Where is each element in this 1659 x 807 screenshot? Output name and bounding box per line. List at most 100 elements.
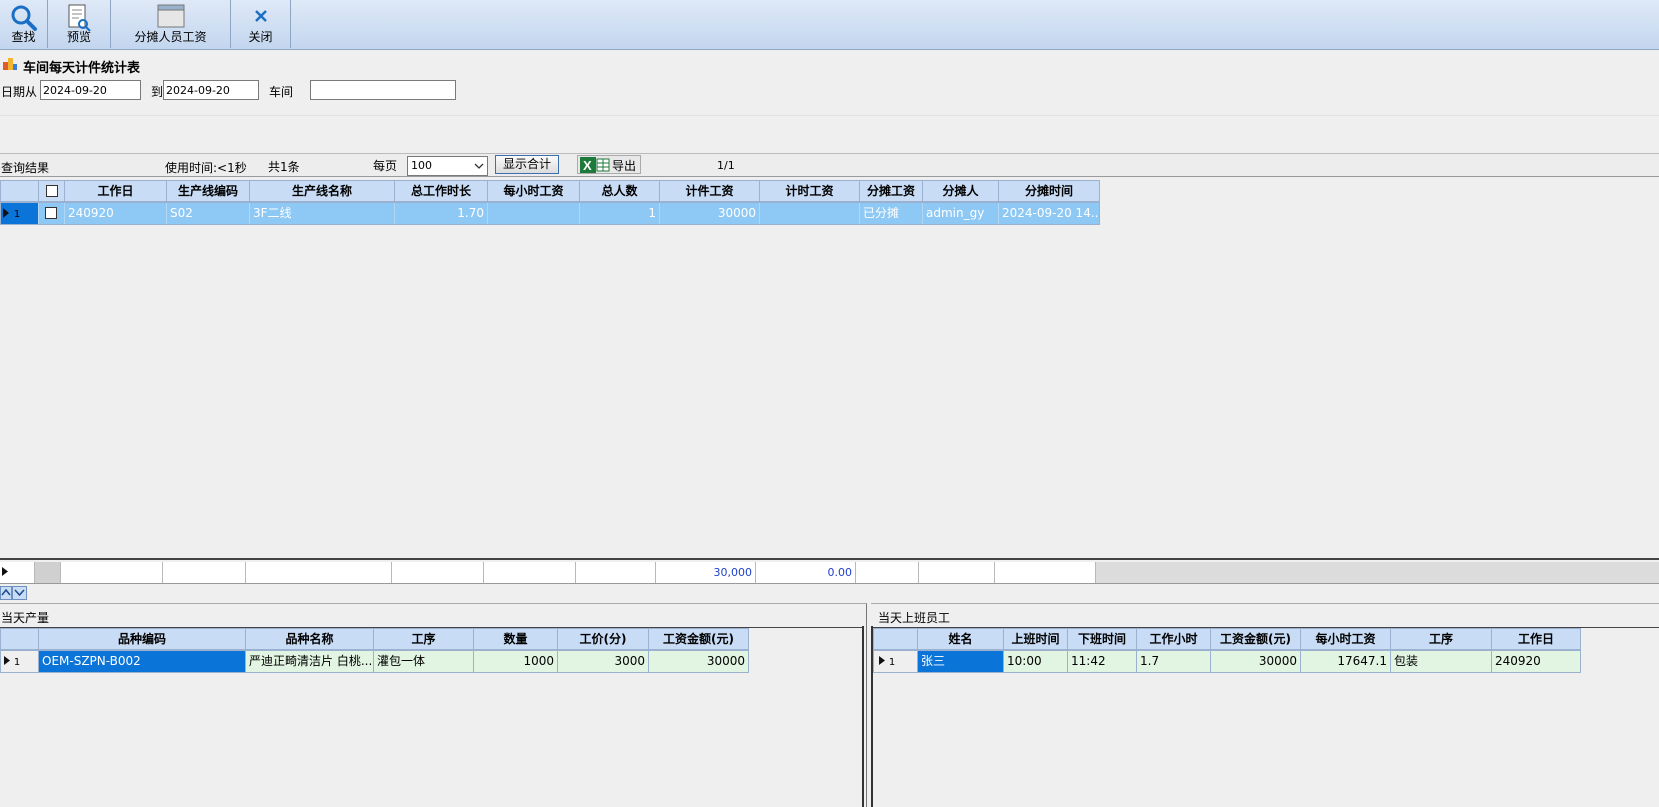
cell-allocated[interactable]: 已分摊 — [860, 203, 923, 224]
row-index: 1 — [1, 203, 39, 224]
col-price[interactable]: 工价(分) — [558, 629, 649, 649]
cell-start-time[interactable]: 10:00 — [1004, 651, 1068, 672]
table-row[interactable]: 1 OEM-SZPN-B002 严迪正畸清洁片 白桃... 灌包一体 1000 … — [0, 650, 749, 673]
col-start-time[interactable]: 上班时间 — [1004, 629, 1068, 649]
preview-button[interactable]: 预览 — [48, 0, 111, 48]
per-page-label: 每页 — [373, 159, 398, 173]
output-panel-title: 当天产量 — [1, 611, 50, 625]
cell-name[interactable]: 张三 — [918, 651, 1004, 672]
col-time-wage[interactable]: 计时工资 — [760, 181, 860, 201]
window-icon — [157, 4, 184, 28]
col-people[interactable]: 总人数 — [580, 181, 660, 201]
allocate-wage-button[interactable]: 分摊人员工资 — [111, 0, 231, 48]
per-page-value: 100 — [411, 159, 432, 172]
col-amount[interactable]: 工资金额(元) — [649, 629, 748, 649]
cell-line-name[interactable]: 3F二线 — [250, 203, 395, 224]
page-indicator: 1/1 — [717, 159, 735, 172]
cell-hourly-wage[interactable] — [488, 203, 580, 224]
collapse-up-button[interactable] — [0, 586, 12, 600]
row-index: 1 — [874, 651, 918, 672]
col-staff-process[interactable]: 工序 — [1391, 629, 1492, 649]
close-button[interactable]: 关闭 — [231, 0, 291, 48]
date-from-label: 日期从 — [1, 85, 38, 99]
cell-end-time[interactable]: 11:42 — [1068, 651, 1137, 672]
cell-staff-process[interactable]: 包装 — [1391, 651, 1492, 672]
cell-amount[interactable]: 30000 — [649, 651, 748, 672]
cell-process[interactable]: 灌包一体 — [374, 651, 474, 672]
col-qty[interactable]: 数量 — [474, 629, 558, 649]
row-pointer-icon — [2, 567, 8, 576]
col-line-code[interactable]: 生产线编码 — [167, 181, 250, 201]
cell-total-hours[interactable]: 1.70 — [395, 203, 488, 224]
cell-hours[interactable]: 1.7 — [1137, 651, 1211, 672]
col-hours[interactable]: 工作小时 — [1137, 629, 1211, 649]
col-workday[interactable]: 工作日 — [65, 181, 167, 201]
divider — [0, 115, 1659, 116]
chevron-down-icon — [14, 589, 25, 597]
per-page-select[interactable]: 100 — [407, 156, 488, 176]
cell-qty[interactable]: 1000 — [474, 651, 558, 672]
col-end-time[interactable]: 下班时间 — [1068, 629, 1137, 649]
col-staff-workday[interactable]: 工作日 — [1492, 629, 1580, 649]
show-total-button[interactable]: 显示合计 — [495, 155, 559, 174]
toolbar: 查找 预览 分摊人员工资 关闭 — [0, 0, 1659, 50]
cell-allocate-time[interactable]: 2024-09-20 14... — [999, 203, 1099, 224]
summary-piece-wage: 30,000 — [656, 562, 756, 583]
row-pointer-icon — [879, 656, 885, 665]
table-row[interactable]: 1 240920 S02 3F二线 1.70 1 30000 已分摊 admin… — [0, 202, 1100, 225]
cell-product-code[interactable]: OEM-SZPN-B002 — [39, 651, 246, 672]
cell-price[interactable]: 3000 — [558, 651, 649, 672]
summary-blank — [392, 562, 484, 583]
row-index-value: 1 — [13, 657, 21, 668]
col-allocate-time[interactable]: 分摊时间 — [999, 181, 1099, 201]
staff-grid-header: 姓名 上班时间 下班时间 工作小时 工资金额(元) 每小时工资 工序 工作日 — [873, 628, 1581, 650]
date-to-input[interactable] — [163, 80, 259, 100]
col-product-name[interactable]: 品种名称 — [246, 629, 374, 649]
summary-blank — [919, 562, 995, 583]
row-checkbox[interactable] — [45, 207, 57, 219]
export-button[interactable]: X 导出 — [577, 155, 641, 174]
cell-hourly[interactable]: 17647.1 — [1301, 651, 1391, 672]
summary-blank — [995, 562, 1096, 583]
row-index-header — [1, 181, 39, 201]
cell-workday[interactable]: 240920 — [65, 203, 167, 224]
col-staff-amount[interactable]: 工资金额(元) — [1211, 629, 1301, 649]
cell-line-code[interactable]: S02 — [167, 203, 250, 224]
col-piece-wage[interactable]: 计件工资 — [660, 181, 760, 201]
summary-blank — [35, 562, 61, 583]
row-index-value: 1 — [888, 657, 896, 668]
search-button[interactable]: 查找 — [0, 0, 48, 48]
col-product-code[interactable]: 品种编码 — [39, 629, 246, 649]
workshop-input[interactable] — [310, 80, 456, 100]
cell-piece-wage[interactable]: 30000 — [660, 203, 760, 224]
col-hourly[interactable]: 每小时工资 — [1301, 629, 1391, 649]
table-row[interactable]: 1 张三 10:00 11:42 1.7 30000 17647.1 包装 24… — [873, 650, 1581, 673]
preview-label: 预览 — [66, 30, 91, 44]
result-bar: 查询结果 使用时间:<1秒 共1条 每页 100 显示合计 X 导出 1/1 — [0, 153, 1659, 177]
cell-staff-workday[interactable]: 240920 — [1492, 651, 1580, 672]
expand-down-button[interactable] — [12, 586, 27, 600]
cell-allocator[interactable]: admin_gy — [923, 203, 999, 224]
cell-time-wage[interactable] — [760, 203, 860, 224]
col-name[interactable]: 姓名 — [918, 629, 1004, 649]
total-count: 共1条 — [268, 160, 300, 174]
row-checkbox-cell[interactable] — [39, 203, 65, 224]
cell-product-name[interactable]: 严迪正畸清洁片 白桃... — [246, 651, 374, 672]
col-total-hours[interactable]: 总工作时长 — [395, 181, 488, 201]
col-process[interactable]: 工序 — [374, 629, 474, 649]
cell-people[interactable]: 1 — [580, 203, 660, 224]
col-allocated[interactable]: 分摊工资 — [860, 181, 923, 201]
summary-time-wage: 0.00 — [756, 562, 856, 583]
summary-blank — [484, 562, 576, 583]
date-from-input[interactable] — [40, 80, 141, 100]
main-grid-header: 工作日 生产线编码 生产线名称 总工作时长 每小时工资 总人数 计件工资 计时工… — [0, 180, 1100, 202]
col-hourly-wage[interactable]: 每小时工资 — [488, 181, 580, 201]
main-grid-body — [0, 225, 1659, 560]
cell-staff-amount[interactable]: 30000 — [1211, 651, 1301, 672]
row-pointer-icon — [4, 656, 10, 665]
col-allocator[interactable]: 分摊人 — [923, 181, 999, 201]
select-all-checkbox-cell[interactable] — [39, 181, 65, 201]
col-line-name[interactable]: 生产线名称 — [250, 181, 395, 201]
allocate-wage-label: 分摊人员工资 — [134, 30, 207, 44]
select-all-checkbox[interactable] — [45, 185, 58, 197]
